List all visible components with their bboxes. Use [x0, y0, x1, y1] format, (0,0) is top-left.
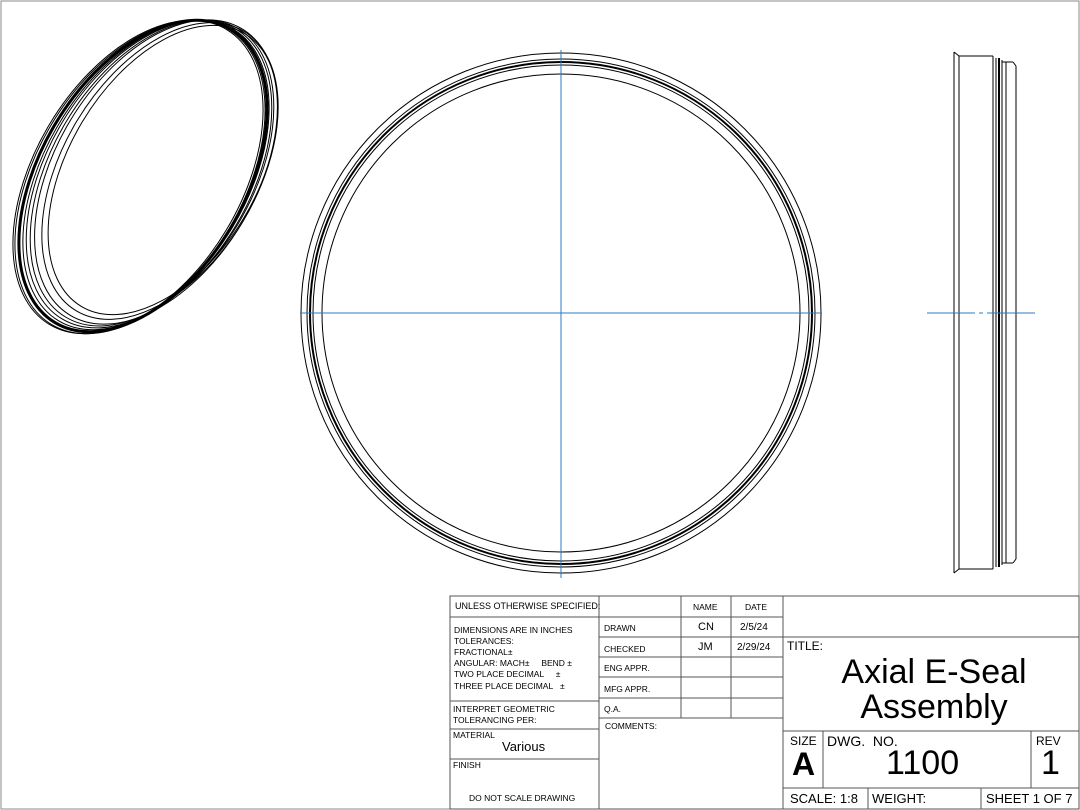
size-value: A — [792, 746, 816, 782]
approval-row-label: DRAWN — [604, 623, 636, 633]
material-value: Various — [502, 739, 546, 754]
approval-row-label: MFG APPR. — [604, 684, 651, 694]
angular-tolerance: ANGULAR: MACH± BEND ± — [454, 658, 572, 668]
approval-row-label: CHECKED — [604, 644, 646, 654]
two-place-tolerance: TWO PLACE DECIMAL ± — [454, 669, 561, 679]
weight-label: WEIGHT: — [872, 791, 927, 806]
unless-specified-label: UNLESS OTHERWISE SPECIFIED: — [455, 601, 601, 611]
approval-row-name: CN — [698, 621, 714, 633]
drawing-title-line1: Axial E-Seal — [841, 653, 1027, 691]
approval-row-date: 2/5/24 — [740, 622, 768, 633]
approval-row-date: 2/29/24 — [737, 642, 771, 653]
scale-label: SCALE: 1:8 — [790, 791, 858, 806]
fractional-tolerance: FRACTIONAL± — [454, 647, 513, 657]
dwg-no-value: 1100 — [886, 744, 960, 782]
material-label: MATERIAL — [453, 730, 495, 740]
approval-row-name: JM — [698, 641, 713, 653]
tolerancing-per-label: TOLERANCING PER: — [453, 715, 537, 725]
interpret-geometric-label: INTERPRET GEOMETRIC — [453, 704, 555, 714]
dimensions-note: DIMENSIONS ARE IN INCHES — [454, 625, 573, 635]
approval-row-label: Q.A. — [604, 704, 622, 714]
title-label: TITLE: — [787, 639, 824, 653]
do-not-scale-note: DO NOT SCALE DRAWING — [469, 793, 576, 803]
comments-label: COMMENTS: — [605, 721, 657, 731]
three-place-tolerance: THREE PLACE DECIMAL ± — [454, 681, 565, 691]
isometric-view — [12, 18, 279, 335]
sheet-number: SHEET 1 OF 7 — [986, 791, 1073, 806]
approval-row-label: ENG APPR. — [604, 663, 650, 673]
drawing-title-line2: Assembly — [860, 688, 1008, 726]
tolerances-label: TOLERANCES: — [454, 636, 514, 646]
finish-label: FINISH — [453, 760, 481, 770]
date-header: DATE — [745, 602, 768, 612]
front-view-centerlines — [300, 50, 822, 578]
name-header: NAME — [693, 602, 718, 612]
rev-value: 1 — [1041, 744, 1060, 782]
